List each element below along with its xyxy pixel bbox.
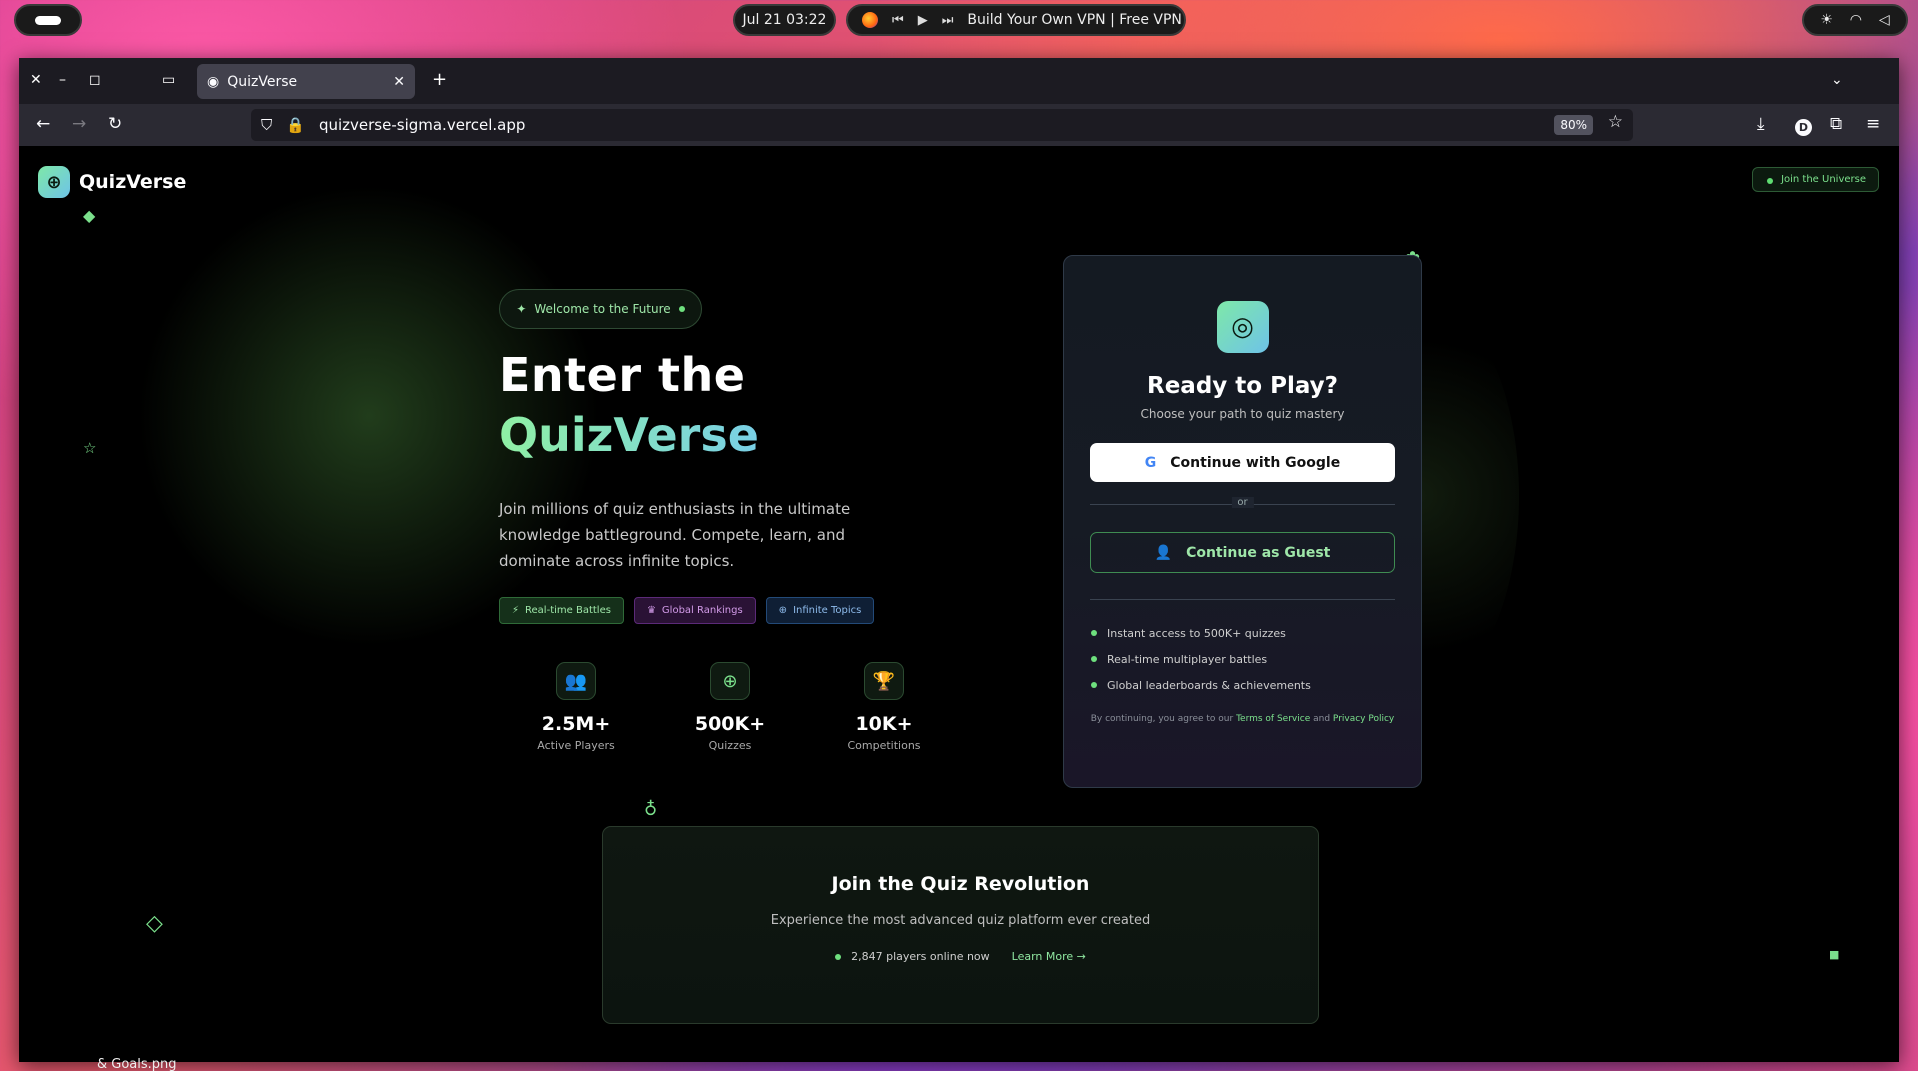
users-icon: 👥 [556,662,596,700]
browser-window: ✕ – ◻ ▭ ◉ QuizVerse ✕ + ⌄ ← → ↻ ⛉ 🔒 quiz… [19,58,1899,1062]
close-tab-icon[interactable]: ✕ [393,74,405,90]
tab-bar: ✕ – ◻ ▭ ◉ QuizVerse ✕ + ⌄ [19,58,1899,104]
shield-icon[interactable]: ⛉ [261,116,272,134]
play-icon[interactable]: ▶ [918,13,928,28]
maximize-window-icon[interactable]: ◻ [89,72,101,88]
brand[interactable]: ⊕ QuizVerse [38,166,186,198]
media-title: Build Your Own VPN | Free VPN [967,12,1182,28]
extensions-icon[interactable]: ⧉ [1830,114,1842,134]
back-icon[interactable]: ← [36,114,50,134]
revolution-title: Join the Quiz Revolution [831,873,1090,895]
login-card: ◎ Ready to Play? Choose your path to qui… [1063,255,1422,788]
user-icon: 👤 [1154,544,1173,561]
quizverse-page: ⊕ QuizVerse Join the Universe ◆ ☆ ◇ ■ ♁ … [19,146,1899,1062]
system-tray[interactable]: ☀ ◠ ◁ [1802,4,1908,36]
lock-icon[interactable]: 🔒 [286,116,305,134]
stat-players: 👥 2.5M+ Active Players [499,662,653,752]
tag-infinite-topics: ⊕ Infinite Topics [765,597,875,624]
navigation-bar: ← → ↻ ⛉ 🔒 quizverse-sigma.vercel.app 80%… [19,104,1899,146]
zoom-indicator[interactable]: 80% [1554,115,1593,135]
trophy-icon: 🏆 [864,662,904,700]
volume-icon: ◁ [1878,12,1890,28]
star-decoration-icon: ☆ [83,439,97,457]
media-controls[interactable]: ⏮ ▶ ⏭ Build Your Own VPN | Free VPN [846,4,1186,36]
stat-competitions: 🏆 10K+ Competitions [807,662,961,752]
tab-list-icon[interactable]: ⌄ [1831,72,1843,88]
feature-list: Instant access to 500K+ quizzes Real-tim… [1091,620,1421,698]
new-tab-button[interactable]: + [432,69,447,90]
stats-row: 👥 2.5M+ Active Players ⊕ 500K+ Quizzes 🏆… [499,662,961,752]
minimize-window-icon[interactable]: – [59,72,66,88]
close-window-icon[interactable]: ✕ [30,72,42,88]
stat-value: 500K+ [694,713,766,735]
url-text: quizverse-sigma.vercel.app [318,116,526,134]
legal-text: By continuing, you agree to our Terms of… [1090,714,1395,724]
system-top-bar: Jul 21 03:22 ⏮ ▶ ⏭ Build Your Own VPN | … [0,0,1918,40]
list-item: Instant access to 500K+ quizzes [1091,620,1421,646]
diamond-outline-decoration-icon: ◇ [146,911,163,936]
learn-more-link[interactable]: Learn More → [1012,950,1086,963]
crown-icon: ♛ [646,605,656,616]
privacy-link[interactable]: Privacy Policy [1333,714,1394,724]
continue-guest-button[interactable]: 👤 Continue as Guest [1090,532,1395,573]
terms-link[interactable]: Terms of Service [1236,714,1310,724]
downloads-icon[interactable]: ⤓ [1757,114,1765,134]
firefox-icon [862,12,878,28]
trophy-decoration-icon: ♁ [644,799,658,820]
feature-tags: ⚡ Real-time Battles ♛ Global Rankings ⊕ Inf… [499,597,875,624]
tab-quizverse[interactable]: ◉ QuizVerse ✕ [197,64,415,99]
globe-icon: ⊕ [778,605,788,616]
brain-icon: ⊕ [710,662,750,700]
square-decoration-icon: ■ [1829,948,1840,961]
tab-title: QuizVerse [227,73,298,90]
target-icon: ◎ [1216,301,1269,353]
activities-button[interactable] [14,4,82,36]
stat-label: Active Players [537,739,615,752]
wifi-icon: ◠ [1849,12,1862,28]
welcome-pill: ✦ Welcome to the Future [499,289,702,329]
previous-track-icon[interactable]: ⏮ [892,13,904,28]
join-universe-button[interactable]: Join the Universe [1752,167,1879,192]
continue-google-button[interactable]: G Continue with Google [1090,443,1395,482]
tab-favicon-icon: ◉ [207,73,220,90]
online-dot [835,953,842,960]
status-dot [678,306,685,312]
card-subtitle: Choose your path to quiz mastery [1140,407,1345,421]
list-item: Global leaderboards & achievements [1091,672,1421,698]
sparkle-icon: ✦ [516,302,527,316]
menu-icon[interactable]: ≡ [1866,114,1880,134]
stat-value: 2.5M+ [541,713,611,735]
hero-description: Join millions of quiz enthusiasts in the… [499,500,851,570]
bolt-icon: ⚡ [512,605,520,616]
next-track-icon[interactable]: ⏭ [942,13,954,28]
list-item: Real-time multiplayer battles [1091,646,1421,672]
tag-global-rankings: ♛ Global Rankings [633,597,756,624]
card-title: Ready to Play? [1147,373,1338,399]
clock[interactable]: Jul 21 03:22 [733,4,836,36]
google-icon: G [1144,454,1157,471]
bookmark-star-icon[interactable]: ☆ [1608,112,1623,132]
stat-label: Quizzes [708,739,752,752]
desktop-file-label[interactable]: & Goals.png [97,1057,177,1071]
tag-realtime-battles: ⚡ Real-time Battles [499,597,624,624]
brain-logo-icon: ⊕ [38,166,70,198]
address-bar[interactable]: ⛉ 🔒 quizverse-sigma.vercel.app 80% ☆ [251,109,1633,141]
forward-icon[interactable]: → [72,114,86,134]
tab-overview-icon[interactable]: ▭ [162,72,175,88]
stat-quizzes: ⊕ 500K+ Quizzes [653,662,807,752]
revolution-subtitle: Experience the most advanced quiz platfo… [770,913,1151,928]
diamond-decoration-icon: ◆ [83,206,96,225]
brand-name: QuizVerse [79,171,187,193]
hero-title-line2: QuizVerse [499,408,759,462]
revolution-card: Join the Quiz Revolution Experience the … [602,826,1319,1024]
online-count: 2,847 players online now [851,950,990,963]
hero-title-line1: Enter the [499,348,746,402]
brightness-icon: ☀ [1820,12,1833,28]
profile-avatar[interactable]: D [1795,116,1812,136]
or-divider: or [1090,497,1395,508]
reload-icon[interactable]: ↻ [108,114,122,134]
stat-label: Competitions [847,739,921,752]
welcome-text: Welcome to the Future [534,302,671,316]
stat-value: 10K+ [855,713,913,735]
